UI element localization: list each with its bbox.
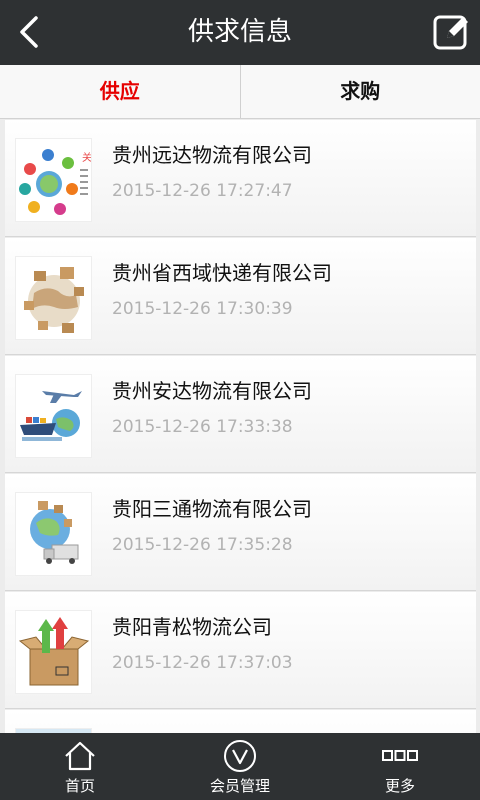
member-v-icon: [224, 740, 256, 772]
company-name: 贵阳青松物流公司: [112, 615, 272, 639]
supply-list[interactable]: 关 贵州远达物流有限公司 2015-12-26 17:27:47 贵州省西域快递…: [0, 120, 480, 733]
list-item-partial[interactable]: [5, 710, 476, 733]
item-thumbnail: [15, 374, 92, 458]
nav-more-label: 更多: [384, 777, 415, 795]
company-name: 贵州省西域快递有限公司: [112, 261, 332, 285]
item-thumbnail: [15, 256, 92, 340]
list-item[interactable]: 贵阳青松物流公司 2015-12-26 17:37:03: [5, 592, 476, 709]
list-item[interactable]: 贵州省西域快递有限公司 2015-12-26 17:30:39: [5, 238, 476, 355]
nav-home[interactable]: 首页: [0, 733, 160, 800]
page-title: 供求信息: [187, 17, 292, 47]
company-name: 贵阳三通物流有限公司: [112, 497, 312, 521]
tab-supply[interactable]: 供应: [0, 65, 240, 118]
list-item[interactable]: 贵阳三通物流有限公司 2015-12-26 17:35:28: [5, 474, 476, 591]
post-time: 2015-12-26 17:27:47: [112, 181, 293, 201]
compose-button[interactable]: [432, 12, 472, 52]
post-time: 2015-12-26 17:35:28: [112, 535, 293, 555]
edit-icon: [433, 15, 468, 50]
company-name: 贵州远达物流有限公司: [112, 143, 312, 167]
nav-member[interactable]: 会员管理: [160, 733, 320, 800]
company-name: 贵州安达物流有限公司: [112, 379, 312, 403]
tab-demand[interactable]: 求购: [241, 65, 480, 118]
nav-more[interactable]: 更多: [320, 733, 480, 800]
item-thumbnail: [15, 492, 92, 576]
home-icon: [65, 741, 95, 771]
post-time: 2015-12-26 17:30:39: [112, 299, 293, 319]
svg-text:关: 关: [82, 151, 91, 164]
top-bar: 供求信息: [0, 0, 480, 65]
post-time: 2015-12-26 17:37:03: [112, 653, 293, 673]
post-time: 2015-12-26 17:33:38: [112, 417, 293, 437]
item-thumbnail: 关: [15, 138, 92, 222]
bottom-nav: 首页 会员管理 更多: [0, 733, 480, 800]
nav-member-label: 会员管理: [209, 777, 270, 795]
list-item[interactable]: 关 贵州远达物流有限公司 2015-12-26 17:27:47: [5, 120, 476, 237]
item-thumbnail: [15, 610, 92, 694]
nav-home-label: 首页: [64, 777, 95, 795]
list-item[interactable]: 贵州安达物流有限公司 2015-12-26 17:33:38: [5, 356, 476, 473]
more-icon: [382, 750, 418, 761]
tab-bar: 供应 求购: [0, 65, 480, 119]
